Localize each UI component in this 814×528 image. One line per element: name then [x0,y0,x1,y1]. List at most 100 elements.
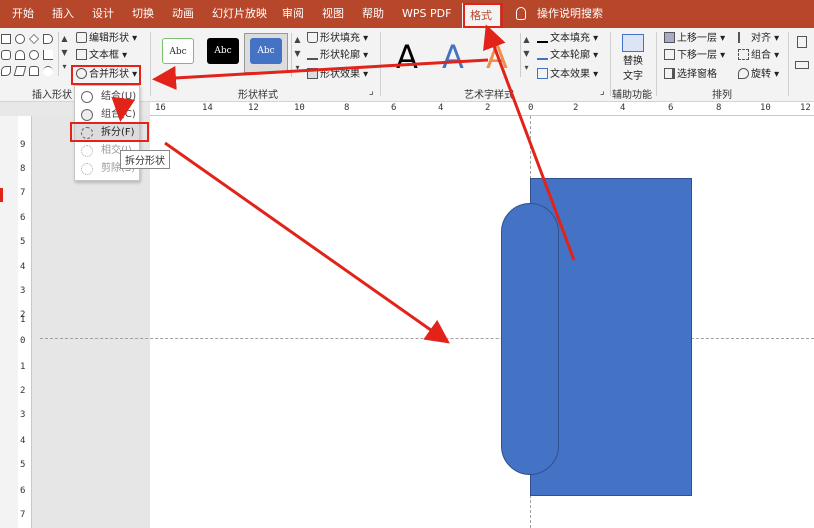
parallelogram-shape-icon[interactable] [13,66,27,76]
arrange-group-label: 排列 [712,90,732,101]
arch-shape-icon[interactable] [15,50,25,60]
scroll-down-icon[interactable]: ▼ [521,47,532,61]
shape-style-white[interactable]: Abc [162,38,194,64]
ribbon-tab-bar: 开始 插入 设计 切换 动画 幻灯片放映 审阅 视图 帮助 WPS PDF 格式… [0,0,814,28]
split-item-highlight [70,122,149,142]
tab-home[interactable]: 开始 [12,0,34,28]
scroll-up-icon[interactable]: ▲ [292,33,303,47]
ruler-tick-label: 5 [20,460,26,470]
text-outline-button[interactable]: 文本轮廓 ▾ [537,48,598,64]
ruler-tick-label: 8 [344,103,350,113]
scroll-down-icon[interactable]: ▼ [292,47,303,61]
dialog-launcher-icon[interactable]: ⌟ [369,86,374,97]
scroll-down-icon[interactable]: ▼ [59,46,70,60]
ruler-tick-label: 2 [20,386,26,396]
shape-effects-icon [307,68,318,79]
send-backward-button[interactable]: 下移一层 ▾ [664,48,725,64]
size-width-icon[interactable] [795,61,809,69]
alt-text-button[interactable]: 替换 文字 [616,32,650,84]
group-button[interactable]: 组合 ▾ [738,48,779,64]
text-fill-button[interactable]: 文本填充 ▾ [537,31,598,47]
tab-review[interactable]: 审阅 [282,0,304,28]
rotate-icon [738,68,749,79]
align-button[interactable]: 对齐 ▾ [738,31,779,47]
tab-help[interactable]: 帮助 [362,0,384,28]
text-box-icon [76,49,87,60]
shape-style-black[interactable]: Abc [207,38,239,64]
selection-pane-icon [664,68,675,79]
diamond-shape-icon[interactable] [29,34,39,44]
ruler-tick-label: 1 [20,315,26,325]
expand-icon[interactable]: ▾ [521,61,532,75]
edit-shape-button[interactable]: 编辑形状 ▾ [76,31,137,47]
shape-gallery-scroll[interactable]: ▲ ▼ ▾ [58,32,70,76]
ruler-tick-label: 9 [20,140,26,150]
tab-insert[interactable]: 插入 [52,0,74,28]
ruler-tick-label: 4 [20,436,26,446]
rectangle-shape-icon[interactable] [1,34,11,44]
thumbnail-pane-edge[interactable] [0,116,18,528]
edit-shape-icon [76,32,87,43]
wordart-black[interactable]: A [396,38,418,76]
cloud-shape-icon[interactable] [1,66,11,76]
wordart-orange[interactable]: A [486,38,508,76]
accessibility-group-label: 辅助功能 [612,90,652,101]
tab-view[interactable]: 视图 [322,0,344,28]
alt-text-icon [622,34,644,52]
scroll-up-icon[interactable]: ▲ [521,33,532,47]
text-effects-button[interactable]: 文本效果 ▾ [537,67,598,83]
ruler-tick-label: 5 [20,237,26,247]
ruler-tick-label: 4 [20,262,26,272]
tab-transitions[interactable]: 切换 [132,0,154,28]
tab-wps-pdf[interactable]: WPS PDF [402,0,451,28]
bring-forward-button[interactable]: 上移一层 ▾ [664,31,725,47]
ruler-tick-label: 2 [573,103,579,113]
group-separator [150,32,151,96]
ruler-tick-label: 6 [668,103,674,113]
oval-shape-icon[interactable] [15,34,25,44]
wordart-blue[interactable]: A [442,38,464,76]
horizontal-smart-guide [40,338,814,339]
tell-me-search[interactable]: 操作说明搜索 [537,0,603,28]
slide-canvas[interactable] [150,116,814,528]
text-box-button[interactable]: 文本框 ▾ [76,48,127,64]
group-separator [656,32,657,96]
wordart-scroll[interactable]: ▲ ▼ ▾ [520,33,532,77]
shape-outline-button[interactable]: 形状轮廓 ▾ [307,48,368,64]
menu-item-union[interactable]: 结合(U) [75,88,139,106]
shape-styles-group-label: 形状样式 [238,90,278,101]
bring-forward-icon [664,32,675,43]
curve-shape-icon[interactable] [43,66,53,76]
tab-design[interactable]: 设计 [92,0,114,28]
wordart-group-label: 艺术字样式 [464,90,514,101]
ruler-tick-label: 10 [760,103,771,113]
ruler-tick-label: 10 [294,103,305,113]
ruler-tick-label: 4 [620,103,626,113]
shape-fill-button[interactable]: 形状填充 ▾ [307,31,368,47]
ruler-tick-label: 0 [528,103,534,113]
tab-animations[interactable]: 动画 [172,0,194,28]
pen-icon [307,49,318,60]
rotate-button[interactable]: 旋转 ▾ [738,67,779,83]
expand-icon[interactable]: ▾ [59,60,70,74]
shape-style-scroll[interactable]: ▲ ▼ ▾ [291,33,303,77]
combine-icon [81,109,93,121]
ruler-tick-label: 1 [20,362,26,372]
circle-shape-icon[interactable] [29,50,39,60]
dialog-launcher-icon[interactable]: ⌟ [600,86,605,97]
shape-style-blue[interactable]: Abc [250,38,282,64]
shape-effects-button[interactable]: 形状效果 ▾ [307,67,368,83]
rounded-rect-shape-icon[interactable] [1,50,11,60]
rounded-rectangle-shape[interactable] [501,203,559,475]
group-separator [610,32,611,96]
size-height-icon[interactable] [797,36,807,48]
tab-slideshow[interactable]: 幻灯片放映 [212,0,267,28]
selection-pane-button[interactable]: 选择窗格 [664,67,717,83]
scroll-up-icon[interactable]: ▲ [59,32,70,46]
tab-shape-icon[interactable] [29,66,39,76]
text-effects-icon [537,68,548,79]
line-shape-icon[interactable] [43,50,53,60]
arc-shape-icon[interactable] [43,34,53,44]
ruler-tick-label: 6 [391,103,397,113]
expand-icon[interactable]: ▾ [292,61,303,75]
